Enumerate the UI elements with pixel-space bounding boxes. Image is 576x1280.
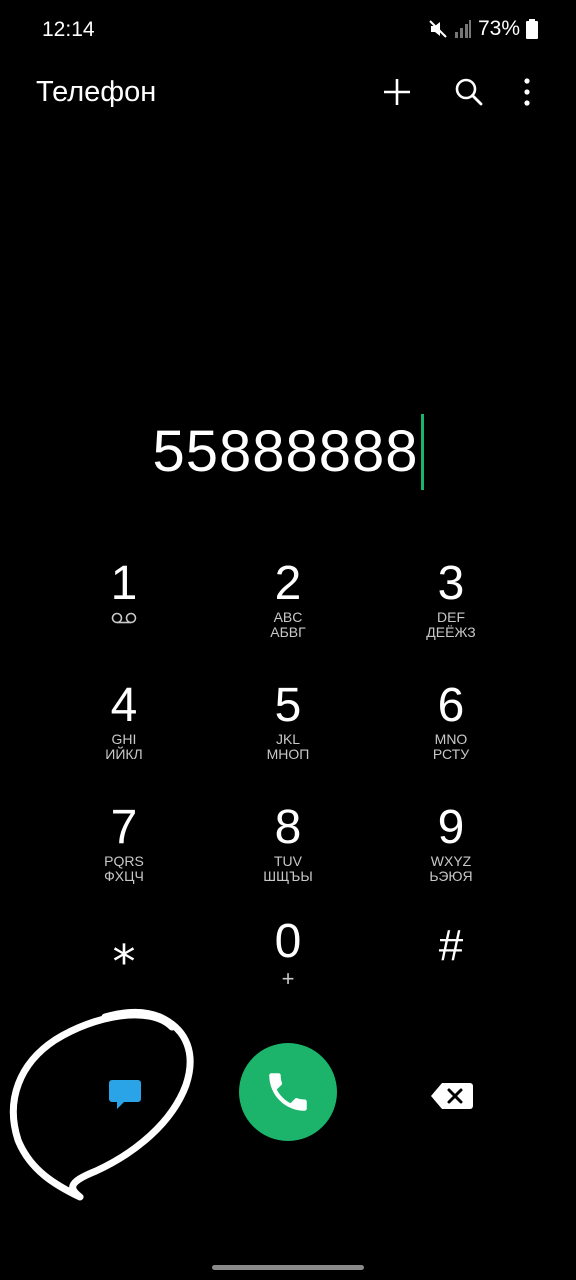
- voicemail-icon: [111, 612, 137, 624]
- add-contact-button[interactable]: [375, 70, 419, 114]
- send-message-button[interactable]: [85, 1060, 165, 1130]
- key-digit: 1: [110, 557, 138, 610]
- battery-icon: [526, 19, 538, 39]
- key-star[interactable]: ⁎: [44, 920, 204, 1030]
- status-time: 12:14: [42, 18, 95, 41]
- key-3[interactable]: 3 DEF ДЕЁЖЗ: [371, 560, 531, 670]
- key-digit: 3: [437, 557, 465, 610]
- search-icon: [455, 78, 483, 106]
- app-bar: Телефон: [0, 60, 576, 124]
- backspace-button[interactable]: [412, 1066, 492, 1126]
- key-digit: 6: [437, 679, 465, 732]
- key-letters-cyrillic: ДЕЁЖЗ: [426, 624, 476, 640]
- key-letters-cyrillic: РСТУ: [432, 746, 470, 762]
- key-9[interactable]: 9 WXYZ ЬЭЮЯ: [371, 804, 531, 914]
- key-letters-latin: PQRS: [104, 853, 144, 869]
- key-digit: #: [438, 921, 464, 970]
- phone-icon: [269, 1073, 307, 1111]
- key-7[interactable]: 7 PQRS ФХЦЧ: [44, 804, 204, 914]
- key-6[interactable]: 6 MNO РСТУ: [371, 682, 531, 792]
- key-hash[interactable]: #: [371, 920, 531, 1030]
- key-0[interactable]: 0 +: [208, 918, 368, 1028]
- key-1[interactable]: 1: [44, 560, 204, 670]
- key-5[interactable]: 5 JKL МНОП: [208, 682, 368, 792]
- key-letters-latin: ABC: [273, 609, 303, 625]
- key-letters-cyrillic: АБВГ: [270, 624, 306, 640]
- signal-icon: [454, 20, 471, 38]
- key-4[interactable]: 4 GHI ИЙКЛ: [44, 682, 204, 792]
- text-cursor: [420, 414, 424, 490]
- key-digit: ⁎: [112, 921, 136, 973]
- more-vertical-icon: [524, 78, 530, 106]
- key-letters-latin: WXYZ: [430, 853, 472, 869]
- key-digit: 8: [274, 801, 302, 854]
- key-letters-latin: GHI: [111, 731, 137, 747]
- call-button[interactable]: [239, 1043, 337, 1141]
- page-title: Телефон: [36, 76, 157, 108]
- key-letters-cyrillic: ЬЭЮЯ: [429, 868, 473, 884]
- more-options-button[interactable]: [505, 70, 549, 114]
- key-letters-cyrillic: ШЩЪЫ: [263, 868, 313, 884]
- key-letters-cyrillic: ФХЦЧ: [104, 868, 144, 884]
- dialed-number: 55888888: [152, 419, 419, 484]
- message-icon: [109, 1080, 141, 1109]
- number-display[interactable]: 55888888: [0, 412, 576, 492]
- status-bar: 12:14 73%: [0, 0, 576, 60]
- key-letters-cyrillic: ИЙКЛ: [105, 746, 143, 762]
- plus-icon: [384, 79, 410, 105]
- battery-percentage: 73%: [477, 17, 520, 40]
- backspace-icon: [431, 1083, 473, 1109]
- status-icons: 73%: [428, 17, 538, 41]
- gesture-navigation-bar[interactable]: [212, 1265, 364, 1270]
- key-letters-latin: DEF: [437, 609, 465, 625]
- key-letters-latin: +: [281, 966, 295, 991]
- key-digit: 9: [437, 801, 465, 854]
- mute-icon: [429, 20, 447, 38]
- key-letters-cyrillic: МНОП: [266, 746, 310, 762]
- key-digit: 0: [274, 915, 302, 968]
- key-letters-latin: JKL: [275, 731, 301, 747]
- key-digit: 4: [110, 679, 138, 732]
- key-digit: 2: [274, 557, 302, 610]
- key-2[interactable]: 2 ABC АБВГ: [208, 560, 368, 670]
- key-letters-latin: TUV: [274, 853, 302, 869]
- key-digit: 7: [110, 801, 138, 854]
- key-digit: 5: [274, 679, 302, 732]
- key-letters-latin: MNO: [434, 731, 468, 747]
- key-8[interactable]: 8 TUV ШЩЪЫ: [208, 804, 368, 914]
- search-button[interactable]: [447, 70, 491, 114]
